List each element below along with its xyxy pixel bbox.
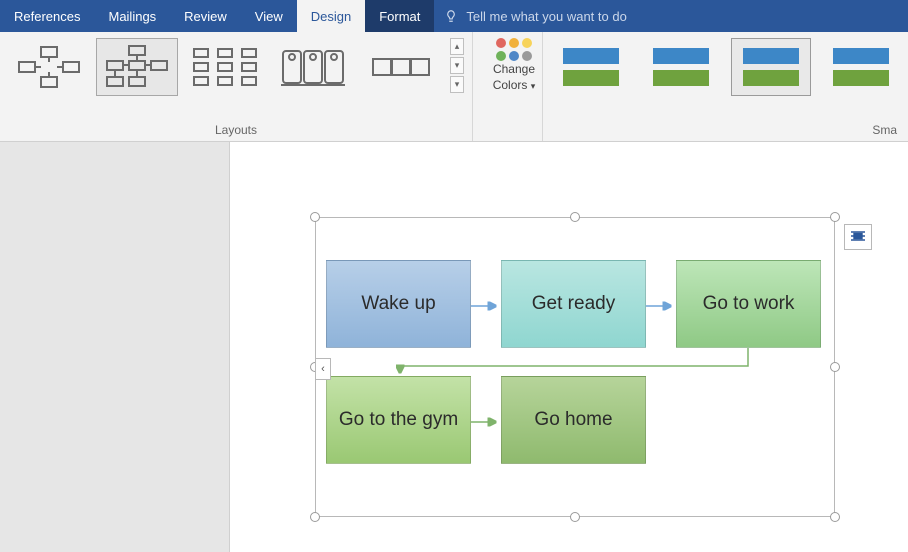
group-label-layouts: Layouts	[8, 123, 464, 139]
arrow-1-2	[471, 300, 501, 312]
style-thumb-2[interactable]	[641, 38, 721, 96]
document-page[interactable]: ‹ Wake up Get ready Go to work Go to the…	[230, 142, 908, 552]
tell-me-input[interactable]	[466, 9, 726, 24]
tab-mailings[interactable]: Mailings	[94, 0, 170, 32]
smartart-node-3[interactable]: Go to work	[676, 260, 821, 348]
layout-thumb-5[interactable]	[360, 38, 442, 96]
page-gutter	[0, 142, 230, 552]
tab-review[interactable]: Review	[170, 0, 241, 32]
ribbon-tabs: References Mailings Review View Design F…	[0, 0, 908, 32]
tab-format[interactable]: Format	[365, 0, 434, 32]
style-thumb-3[interactable]	[731, 38, 811, 96]
ribbon: ▴ ▾ ▾ Layouts Change Colors ▾ Sma	[0, 32, 908, 142]
arrow-3-4	[396, 348, 756, 378]
layout-thumb-1[interactable]	[8, 38, 90, 96]
layout-options-icon	[849, 229, 867, 245]
smartart-node-1[interactable]: Wake up	[326, 260, 471, 348]
group-change-colors: Change Colors ▾	[473, 32, 543, 141]
change-colors-label2: Colors ▾	[493, 79, 536, 93]
layouts-scroll-down[interactable]: ▾	[450, 57, 464, 74]
change-colors-label1: Change	[493, 63, 535, 77]
group-smartart-styles: Sma	[543, 32, 908, 141]
layout-thumb-4[interactable]	[272, 38, 354, 96]
layouts-scroll-up[interactable]: ▴	[450, 38, 464, 55]
tab-design[interactable]: Design	[297, 0, 365, 32]
change-colors-button[interactable]: Change Colors ▾	[481, 38, 547, 93]
text-pane-toggle[interactable]: ‹	[315, 358, 331, 380]
smartart-node-4[interactable]: Go to the gym	[326, 376, 471, 464]
smartart-node-2[interactable]: Get ready	[501, 260, 646, 348]
smartart-selection[interactable]: ‹ Wake up Get ready Go to work Go to the…	[315, 217, 835, 517]
tell-me-search[interactable]	[434, 0, 908, 32]
layouts-scroll: ▴ ▾ ▾	[450, 38, 464, 93]
tab-references[interactable]: References	[0, 0, 94, 32]
lightbulb-icon	[444, 9, 458, 23]
color-swatch-icon	[496, 38, 532, 61]
layout-options-button[interactable]	[844, 224, 872, 250]
group-layouts: ▴ ▾ ▾ Layouts	[0, 32, 473, 141]
workspace: ‹ Wake up Get ready Go to work Go to the…	[0, 142, 908, 552]
tab-view[interactable]: View	[241, 0, 297, 32]
smartart-diagram: Wake up Get ready Go to work Go to the g…	[316, 218, 834, 516]
style-thumb-4[interactable]	[821, 38, 901, 96]
smartart-node-5[interactable]: Go home	[501, 376, 646, 464]
group-label-styles: Sma	[551, 123, 901, 139]
arrow-2-3	[646, 300, 676, 312]
arrow-4-5	[471, 416, 501, 428]
style-thumb-1[interactable]	[551, 38, 631, 96]
layout-thumb-2[interactable]	[96, 38, 178, 96]
layout-thumb-3[interactable]	[184, 38, 266, 96]
layouts-more[interactable]: ▾	[450, 76, 464, 93]
